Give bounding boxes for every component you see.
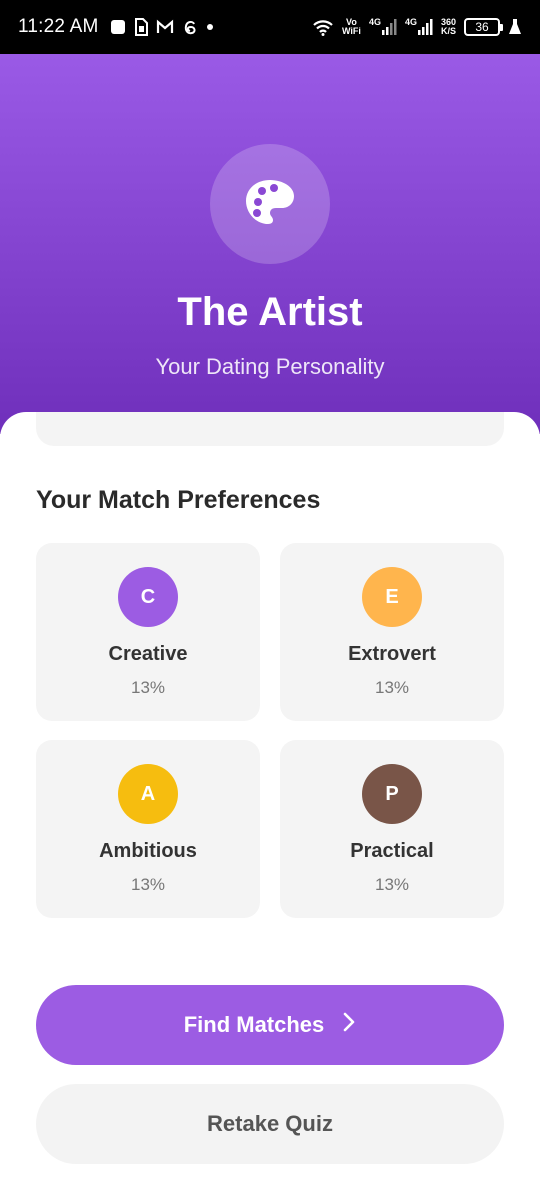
retake-quiz-label: Retake Quiz xyxy=(207,1111,333,1136)
threads-icon xyxy=(182,18,198,36)
preference-percent: 13% xyxy=(374,678,410,697)
status-notification-icons xyxy=(110,18,214,36)
find-matches-label: Find Matches xyxy=(183,1012,325,1037)
preference-card-creative: C Creative 13% xyxy=(36,543,260,721)
status-time: 11:22 AM xyxy=(18,16,99,37)
preference-badge: C xyxy=(118,567,178,627)
result-header: The Artist Your Dating Personality xyxy=(0,54,540,434)
preference-badge: P xyxy=(362,764,422,824)
preference-card-extrovert: E Extrovert 13% xyxy=(280,543,504,721)
personality-title: The Artist xyxy=(177,290,363,334)
preference-percent: 13% xyxy=(130,678,166,697)
preference-percent: 13% xyxy=(130,875,166,894)
network-speed: 360 K/S xyxy=(440,17,456,36)
palette-icon xyxy=(244,178,296,231)
chevron-right-icon xyxy=(342,1011,356,1039)
battery-icon: 36 xyxy=(464,18,503,36)
gmail-icon xyxy=(156,19,174,35)
preference-name: Extrovert xyxy=(348,643,436,665)
preference-percent: 13% xyxy=(374,875,410,894)
preference-badge: E xyxy=(362,567,422,627)
preference-name: Practical xyxy=(350,840,434,862)
notification-square-icon xyxy=(110,19,126,35)
description-card xyxy=(36,412,504,446)
preference-name: Creative xyxy=(108,643,188,665)
find-matches-button[interactable]: Find Matches xyxy=(36,985,504,1065)
results-sheet: Your Match Preferences C Creative 13% E … xyxy=(0,412,540,1200)
retake-quiz-button[interactable]: Retake Quiz xyxy=(36,1084,504,1164)
personality-avatar xyxy=(210,144,330,264)
dot-icon xyxy=(206,23,214,31)
vowifi-label: Vo WiFi xyxy=(342,17,361,36)
preference-card-practical: P Practical 13% xyxy=(280,740,504,918)
signal-icon-1: 4G xyxy=(369,18,397,36)
signal-icon-2: 4G xyxy=(405,18,433,36)
status-bar: 11:22 AM Vo WiFi 4G 4G 360 K/S 36 xyxy=(0,0,540,54)
preferences-title: Your Match Preferences xyxy=(36,486,321,514)
preference-badge: A xyxy=(118,764,178,824)
preference-card-ambitious: A Ambitious 13% xyxy=(36,740,260,918)
wifi-icon xyxy=(312,18,334,36)
sim-card-icon xyxy=(134,18,149,36)
personality-subtitle: Your Dating Personality xyxy=(155,354,385,379)
flask-icon xyxy=(508,18,522,36)
preference-name: Ambitious xyxy=(99,840,197,862)
status-system-icons: Vo WiFi 4G 4G 360 K/S 36 xyxy=(312,18,522,36)
